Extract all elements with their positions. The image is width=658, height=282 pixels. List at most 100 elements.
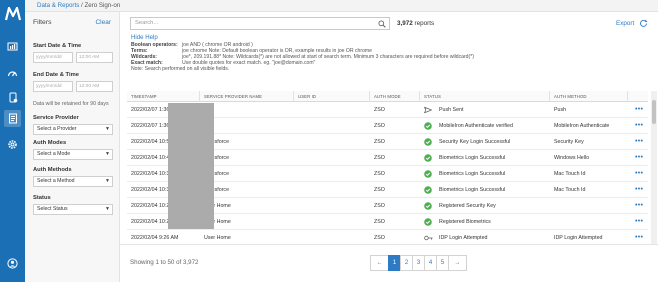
auth-methods-select[interactable]: Select a Method ▼	[33, 176, 113, 187]
cell-auth-mode: ZSO	[374, 155, 385, 161]
cell-auth-method: Mac Touch Id	[554, 171, 586, 177]
next-page-button[interactable]: →	[448, 255, 467, 271]
prev-page-button[interactable]: ←	[370, 255, 389, 271]
search-help: Hide Help Boolean operators: joe AND ( ch…	[131, 34, 631, 72]
clear-filters-link[interactable]: Clear	[95, 19, 111, 26]
cell-timestamp: 2022/02/04 9:26 AM	[131, 235, 179, 241]
row-actions-menu[interactable]: •••	[635, 186, 643, 193]
status-select[interactable]: Select Status ▼	[33, 204, 113, 215]
cell-status: Biometrics Login Successful	[439, 155, 506, 161]
cell-auth-method: Mac Touch Id	[554, 187, 586, 193]
table-header: TIMESTAMP SERVICE PROVIDER NAME USER ID …	[127, 91, 648, 102]
success-check-icon	[424, 154, 432, 162]
row-actions-menu[interactable]: •••	[635, 202, 643, 209]
cell-status: Biometrics Login Successful	[439, 171, 506, 177]
column-divider	[293, 91, 294, 102]
cell-auth-mode: ZSO	[374, 203, 385, 209]
cell-auth-mode: ZSO	[374, 139, 385, 145]
row-actions-menu[interactable]: •••	[635, 122, 643, 129]
success-check-icon	[424, 170, 432, 178]
cell-status: Biometrics Login Successful	[439, 187, 506, 193]
row-actions-menu[interactable]: •••	[635, 138, 643, 145]
cell-status: IDP Login Attempted	[439, 235, 488, 241]
auth-modes-label: Auth Modes	[33, 140, 67, 146]
column-header-user-id[interactable]: USER ID	[298, 94, 316, 99]
breadcrumb-current: Zero Sign-on	[84, 2, 121, 9]
start-time-input[interactable]: 12:00 AM	[76, 52, 113, 63]
row-actions-menu[interactable]: •••	[635, 218, 643, 225]
cell-auth-method: Security Key	[554, 139, 584, 145]
hide-help-link[interactable]: Hide Help	[131, 34, 631, 41]
device-icon[interactable]	[4, 89, 21, 106]
key-icon	[424, 234, 433, 242]
chevron-down-icon: ▼	[105, 151, 110, 157]
search-input[interactable]: Search...	[130, 17, 390, 30]
settings-icon[interactable]	[4, 136, 21, 153]
cell-auth-method: MobileIron Authenticate	[554, 123, 610, 129]
redacted-user-ids	[168, 103, 214, 229]
dashboard-icon[interactable]	[4, 38, 21, 55]
showing-range: Showing 1 to 50 of 3,972	[130, 259, 199, 266]
report-count-suffix: reports	[414, 20, 435, 27]
search-icon[interactable]	[378, 20, 386, 33]
chevron-down-icon: ▼	[105, 206, 110, 212]
row-actions-menu[interactable]: •••	[635, 154, 643, 161]
send-icon	[424, 106, 432, 114]
cell-status: Registered Biometrics	[439, 219, 491, 225]
start-date-input[interactable]: yyyy/mm/dd	[33, 52, 73, 63]
column-header-timestamp[interactable]: TIMESTAMP	[131, 94, 157, 99]
auth-modes-select[interactable]: Select a Mode ▼	[33, 149, 113, 160]
cell-status: Security Key Login Successful	[439, 139, 511, 145]
breadcrumb-parent-link[interactable]: Data & Reports	[37, 2, 79, 9]
column-header-auth-method[interactable]: AUTH METHOD	[554, 94, 587, 99]
service-provider-select[interactable]: Select a Provider ▼	[33, 124, 113, 135]
success-check-icon	[424, 202, 432, 210]
logo-icon[interactable]	[5, 7, 21, 21]
filters-title: Filters	[33, 19, 52, 26]
row-actions-menu[interactable]: •••	[635, 170, 643, 177]
export-button[interactable]: Export	[616, 20, 634, 27]
column-divider	[549, 91, 550, 102]
filters-panel: Filters Clear Start Date & Time yyyy/mm/…	[25, 12, 120, 282]
help-note: Note: Search performed on all visible fi…	[131, 66, 230, 72]
auth-methods-label: Auth Methods	[33, 167, 72, 173]
row-actions-menu[interactable]: •••	[635, 106, 643, 113]
cell-provider: User Home	[204, 235, 231, 241]
table-scrollbar[interactable]	[651, 91, 657, 244]
row-actions-menu[interactable]: •••	[635, 234, 643, 241]
cell-auth-method: Windows Hello	[554, 155, 590, 161]
report-count: 3,972 reports	[397, 20, 434, 27]
breadcrumb: Data & Reports / Zero Sign-on	[25, 0, 658, 12]
cell-auth-mode: ZSO	[374, 235, 385, 241]
scrollbar-thumb[interactable]	[652, 100, 656, 124]
user-icon[interactable]	[4, 255, 21, 272]
reports-icon[interactable]	[4, 110, 21, 127]
retention-note: Data will be retained for 90 days	[33, 101, 109, 107]
cell-auth-mode: ZSO	[374, 219, 385, 225]
success-check-icon	[424, 186, 432, 194]
report-count-number: 3,972	[397, 20, 413, 27]
cell-status: Registered Security Key	[439, 203, 496, 209]
refresh-icon[interactable]	[639, 19, 648, 30]
column-header-auth-mode[interactable]: AUTH MODE	[374, 94, 401, 99]
end-time-input[interactable]: 12:00 AM	[76, 81, 113, 92]
cell-status: Push Sent	[439, 107, 464, 113]
column-header-status[interactable]: STATUS	[424, 94, 441, 99]
success-check-icon	[424, 122, 432, 130]
end-date-input[interactable]: yyyy/mm/dd	[33, 81, 73, 92]
auth-modes-value: Select a Mode	[37, 151, 71, 157]
cell-auth-mode: ZSO	[374, 107, 385, 113]
service-provider-value: Select a Provider	[37, 126, 77, 132]
column-header-provider[interactable]: SERVICE PROVIDER NAME	[204, 94, 262, 99]
column-divider	[199, 91, 200, 102]
status-value: Select Status	[37, 206, 68, 212]
chevron-down-icon: ▼	[105, 178, 110, 184]
success-check-icon	[424, 138, 432, 146]
gauge-icon[interactable]	[4, 64, 21, 81]
cell-status: MobileIron Authenticate verified	[439, 123, 513, 129]
cell-auth-mode: ZSO	[374, 187, 385, 193]
help-line: Note: Search performed on all visible fi…	[131, 66, 631, 72]
start-date-label: Start Date & Time	[33, 43, 82, 49]
table-row[interactable]: 2022/02/04 9:26 AM User Home ZSO IDP Login …	[127, 230, 648, 244]
cell-auth-method: IDP Login Attempted	[554, 235, 603, 241]
